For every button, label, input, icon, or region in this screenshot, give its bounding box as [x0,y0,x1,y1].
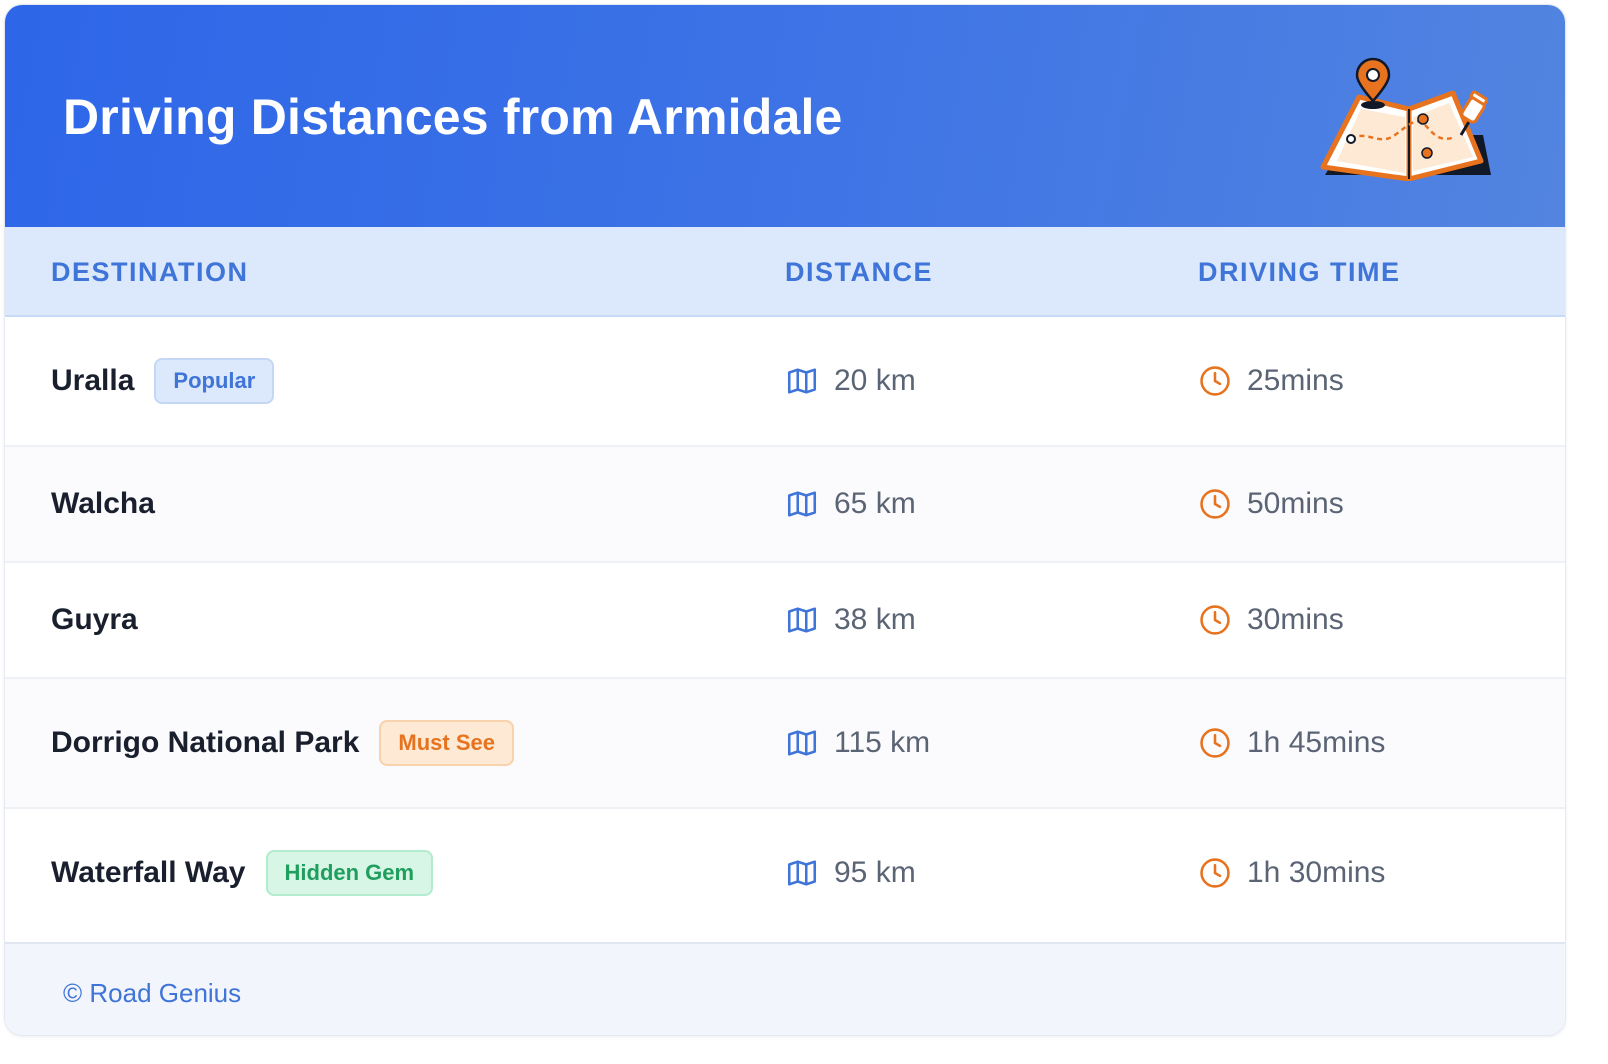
map-icon [787,860,817,886]
table-header: DESTINATION DISTANCE DRIVING TIME [5,227,1565,317]
table-row: Dorrigo National Park Must See 115 km 1h… [5,679,1565,809]
distance-value: 95 km [834,856,916,889]
table-row: Uralla Popular 20 km 25mins [5,317,1565,447]
distance-value: 65 km [834,487,916,520]
driving-time-value: 25mins [1247,364,1344,397]
column-header-distance: DISTANCE [785,257,934,287]
folded-map-with-pin-icon [1320,57,1491,181]
distance-value: 20 km [834,364,916,397]
destination-name: Uralla [51,364,135,397]
clock-icon [1200,489,1230,519]
map-icon [787,607,817,633]
table-row: Waterfall Way Hidden Gem 95 km 1h 30mins [5,809,1565,937]
card-footer: © Road Genius [5,942,1565,1035]
driving-time-value: 50mins [1247,487,1344,520]
table-row: Guyra 38 km 30mins [5,563,1565,679]
clock-icon [1200,858,1230,888]
must-see-badge: Must See [379,720,514,766]
map-icon [787,491,817,517]
driving-time-value: 30mins [1247,603,1344,636]
distance-card: Driving Distances from Armidale DESTINAT… [4,4,1566,1036]
destination-name: Guyra [51,603,138,636]
destination-name: Waterfall Way [51,856,246,889]
card-header: Driving Distances from Armidale [5,5,1565,227]
map-icon [787,368,817,394]
page-title: Driving Distances from Armidale [63,89,843,145]
column-header-destination: DESTINATION [51,257,249,287]
copyright-text: © Road Genius [63,978,242,1008]
driving-time-value: 1h 30mins [1247,856,1386,889]
destination-name: Walcha [51,487,155,520]
popular-badge: Popular [154,358,275,404]
table-row: Walcha 65 km 50mins [5,447,1565,563]
distance-value: 38 km [834,603,916,636]
distance-value: 115 km [834,726,931,759]
destination-name: Dorrigo National Park [51,726,360,759]
map-icon [787,730,817,756]
column-header-driving-time: DRIVING TIME [1198,257,1401,287]
hidden-gem-badge: Hidden Gem [265,850,434,896]
clock-icon [1200,605,1230,635]
table-body: Uralla Popular 20 km 25mins Walcha 65 km [5,317,1565,937]
clock-icon [1200,366,1230,396]
driving-time-value: 1h 45mins [1247,726,1386,759]
clock-icon [1200,728,1230,758]
